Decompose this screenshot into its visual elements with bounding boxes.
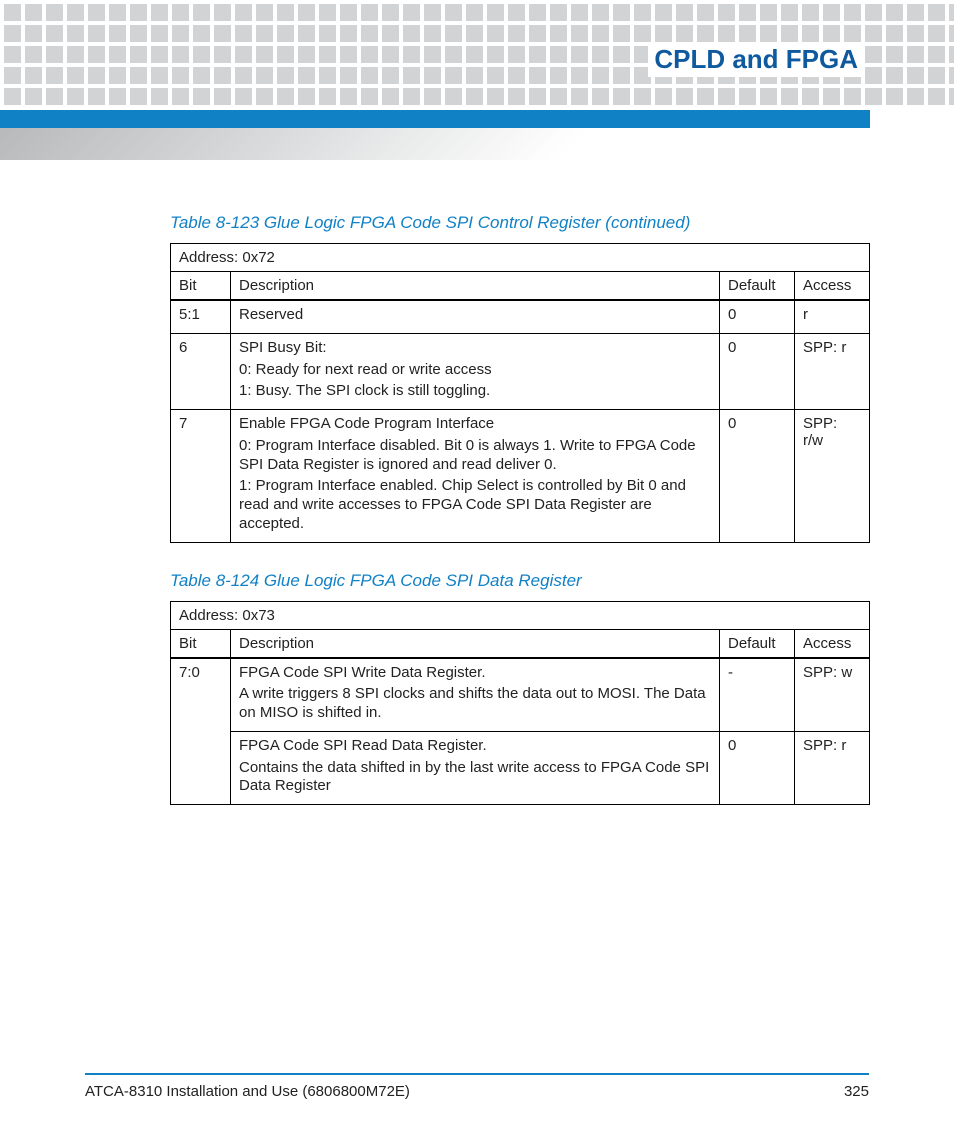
- cell-access: SPP: r: [795, 731, 870, 804]
- col-bit: Bit: [171, 272, 231, 301]
- cell-desc: Reserved: [231, 300, 720, 333]
- table1-address: Address: 0x72: [171, 244, 870, 272]
- table-row: 6 SPI Busy Bit: 0: Ready for next read o…: [171, 333, 870, 409]
- table-row: 7:0 FPGA Code SPI Write Data Register. A…: [171, 658, 870, 732]
- table1-address-row: Address: 0x72: [171, 244, 870, 272]
- col-access: Access: [795, 629, 870, 658]
- table1-header-row: Bit Description Default Access: [171, 272, 870, 301]
- col-access: Access: [795, 272, 870, 301]
- table-row: FPGA Code SPI Read Data Register. Contai…: [171, 731, 870, 804]
- table1-caption: Table 8-123 Glue Logic FPGA Code SPI Con…: [170, 213, 870, 233]
- col-desc: Description: [231, 629, 720, 658]
- table-row: 7 Enable FPGA Code Program Interface 0: …: [171, 410, 870, 543]
- cell-default: 0: [720, 731, 795, 804]
- table2-header-row: Bit Description Default Access: [171, 629, 870, 658]
- col-desc: Description: [231, 272, 720, 301]
- cell-default: 0: [720, 333, 795, 409]
- cell-bit: 5:1: [171, 300, 231, 333]
- cell-default: 0: [720, 410, 795, 543]
- cell-desc: SPI Busy Bit: 0: Ready for next read or …: [231, 333, 720, 409]
- footer-doc-title: ATCA-8310 Installation and Use (6806800M…: [85, 1083, 410, 1100]
- col-default: Default: [720, 629, 795, 658]
- table2-caption: Table 8-124 Glue Logic FPGA Code SPI Dat…: [170, 571, 870, 591]
- cell-default: -: [720, 658, 795, 732]
- header-shadow: [0, 128, 954, 160]
- header-blue-bar: [0, 110, 870, 128]
- cell-default: 0: [720, 300, 795, 333]
- table2: Address: 0x73 Bit Description Default Ac…: [170, 601, 870, 806]
- cell-bit: 6: [171, 333, 231, 409]
- cell-bit: 7: [171, 410, 231, 543]
- footer-page-number: 325: [844, 1083, 869, 1100]
- table1: Address: 0x72 Bit Description Default Ac…: [170, 243, 870, 543]
- col-default: Default: [720, 272, 795, 301]
- col-bit: Bit: [171, 629, 231, 658]
- page-footer: ATCA-8310 Installation and Use (6806800M…: [85, 1073, 869, 1100]
- section-title: CPLD and FPGA: [648, 42, 864, 77]
- page-content: Table 8-123 Glue Logic FPGA Code SPI Con…: [170, 185, 870, 805]
- cell-desc: FPGA Code SPI Read Data Register. Contai…: [231, 731, 720, 804]
- cell-access: SPP: w: [795, 658, 870, 732]
- cell-desc: FPGA Code SPI Write Data Register. A wri…: [231, 658, 720, 732]
- table2-address: Address: 0x73: [171, 601, 870, 629]
- cell-desc: Enable FPGA Code Program Interface 0: Pr…: [231, 410, 720, 543]
- table2-address-row: Address: 0x73: [171, 601, 870, 629]
- cell-access: SPP: r: [795, 333, 870, 409]
- cell-bit: 7:0: [171, 658, 231, 805]
- cell-access: SPP: r/w: [795, 410, 870, 543]
- table-row: 5:1 Reserved 0 r: [171, 300, 870, 333]
- cell-access: r: [795, 300, 870, 333]
